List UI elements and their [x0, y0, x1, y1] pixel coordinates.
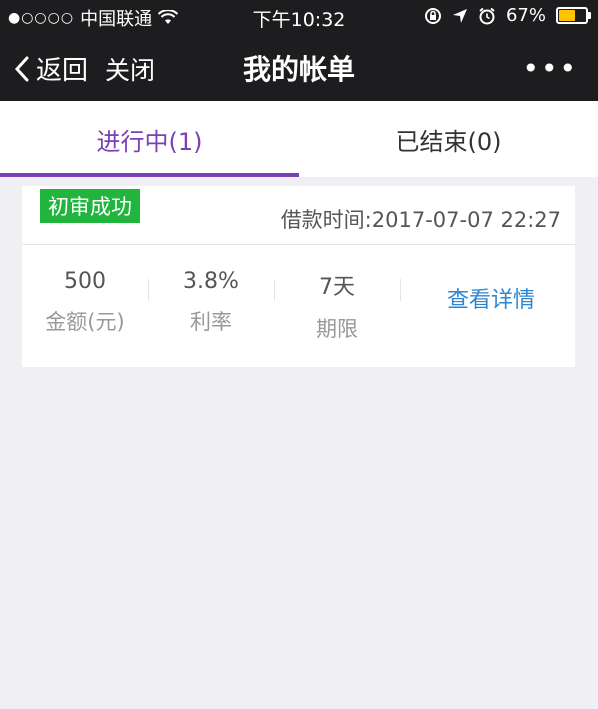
status-right: 67% [424, 5, 591, 26]
alarm-clock-icon [479, 7, 495, 24]
bill-tabs: 进行中(1) 已结束(0) [0, 101, 598, 177]
battery-percent: 67% [505, 5, 546, 26]
location-arrow-icon [452, 8, 467, 23]
rate-stat: 3.8% 利率 [148, 269, 274, 336]
status-badge: 初审成功 [40, 189, 140, 223]
bill-card-header: 初审成功 借款时间:2017-07-07 22:27 [22, 186, 575, 245]
tab-finished[interactable]: 已结束(0) [299, 101, 598, 177]
loan-time: 借款时间:2017-07-07 22:27 [280, 208, 561, 232]
rate-value: 3.8% [183, 269, 239, 294]
view-details-link[interactable]: 查看详情 [447, 282, 535, 314]
term-value: 7天 [319, 275, 355, 300]
orientation-lock-icon [424, 7, 441, 24]
term-stat: 7天 期限 [274, 269, 400, 343]
term-label: 期限 [316, 317, 358, 341]
battery-fill [559, 10, 576, 21]
rate-label: 利率 [190, 310, 232, 334]
divider [400, 279, 401, 301]
page-title: 我的帐单 [242, 53, 355, 86]
amount-stat: 500 金额(元) [22, 269, 148, 336]
battery-icon [556, 7, 591, 24]
status-bar: ●○○○○ 中国联通 下午10:32 67% [0, 0, 598, 34]
tab-in-progress[interactable]: 进行中(1) [0, 101, 299, 177]
navigation-bar: 返回 关闭 我的帐单 ••• [0, 34, 598, 101]
amount-label: 金额(元) [45, 310, 125, 334]
bill-stats: 500 金额(元) 3.8% 利率 7天 期限 查看详情 [22, 244, 575, 367]
amount-value: 500 [64, 269, 106, 294]
bill-card: 初审成功 借款时间:2017-07-07 22:27 500 金额(元) 3.8… [22, 186, 575, 367]
more-menu-icon[interactable]: ••• [522, 52, 578, 85]
